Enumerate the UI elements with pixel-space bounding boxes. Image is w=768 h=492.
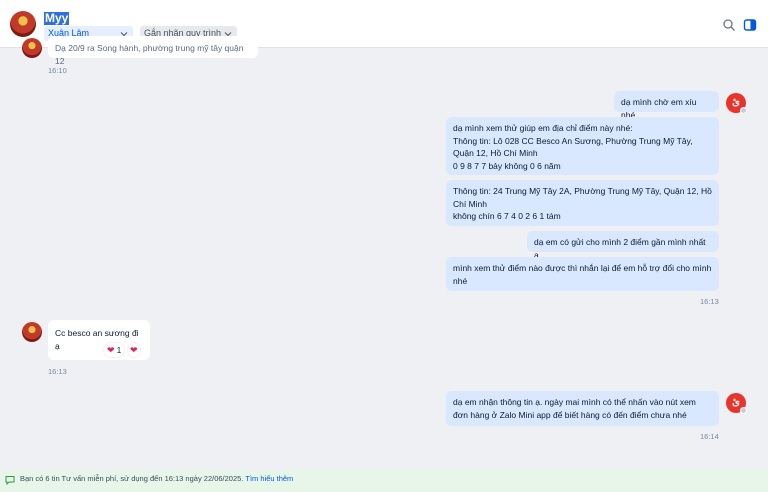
reaction-summary[interactable]: ❤ 1 (104, 343, 125, 357)
free-consult-banner: Bạn có 6 tin Tư vấn miễn phí, sử dụng đế… (0, 470, 768, 492)
reaction-count: 1 (116, 346, 122, 355)
learn-more-link[interactable]: Tìm hiểu thêm (245, 474, 293, 483)
message-time: 16:14 (700, 432, 719, 441)
message-line: dạ mình xem thử giúp em địa chỉ điểm này… (453, 123, 633, 133)
message-line: không chín 6 7 4 0 2 6 1 tám (453, 211, 561, 221)
heart-icon: ❤ (107, 345, 115, 355)
agent-avatar[interactable]: ئ (726, 93, 747, 114)
sender-avatar[interactable] (22, 322, 42, 342)
message-bubble[interactable]: Dạ 20/9 ra Song hành, phường trung mỹ tâ… (48, 36, 258, 66)
message-line: Thông tin: Lô 028 CC Besco An Sương, Phư… (453, 135, 693, 159)
sidebar-toggle-icon[interactable] (743, 18, 757, 32)
react-button[interactable]: ❤ (128, 343, 140, 357)
message-time: 16:10 (48, 66, 67, 75)
heart-icon: ❤ (130, 345, 138, 355)
message-bubble[interactable]: dạ mình xem thử giúp em địa chỉ điểm này… (446, 117, 719, 175)
message-bubble[interactable]: dạ em có gửi cho mình 2 điểm gần mình nh… (527, 231, 719, 260)
agent-avatar[interactable]: ئ (726, 393, 747, 414)
message-line: Thông tin: 24 Trung Mỹ Tây 2A, Phường Tr… (453, 186, 712, 209)
message-bubble[interactable]: mình xem thử điểm nào được thì nhắn lại … (446, 257, 719, 291)
sender-avatar[interactable] (22, 38, 42, 58)
message-text: Cc besco an sương đi ạ (55, 328, 139, 351)
message-time: 16:13 (700, 297, 719, 306)
message-line: 0 9 8 7 7 bảy không 0 6 năm (453, 160, 561, 171)
contact-name[interactable]: Myy (44, 12, 70, 25)
message-bubble[interactable]: dạ em nhận thông tin ạ. ngày mai mình có… (446, 391, 719, 426)
message-bubble[interactable]: Thông tin: 24 Trung Mỹ Tây 2A, Phường Tr… (446, 180, 719, 226)
message-time: 16:13 (48, 367, 67, 376)
banner-text: Bạn có 6 tin Tư vấn miễn phí, sử dụng đế… (20, 474, 244, 483)
chat-bubble-icon (5, 474, 15, 486)
contact-avatar[interactable] (10, 11, 36, 37)
search-icon[interactable] (722, 18, 736, 32)
message-bubble[interactable]: dạ mình chờ em xíu nhé (614, 91, 719, 120)
